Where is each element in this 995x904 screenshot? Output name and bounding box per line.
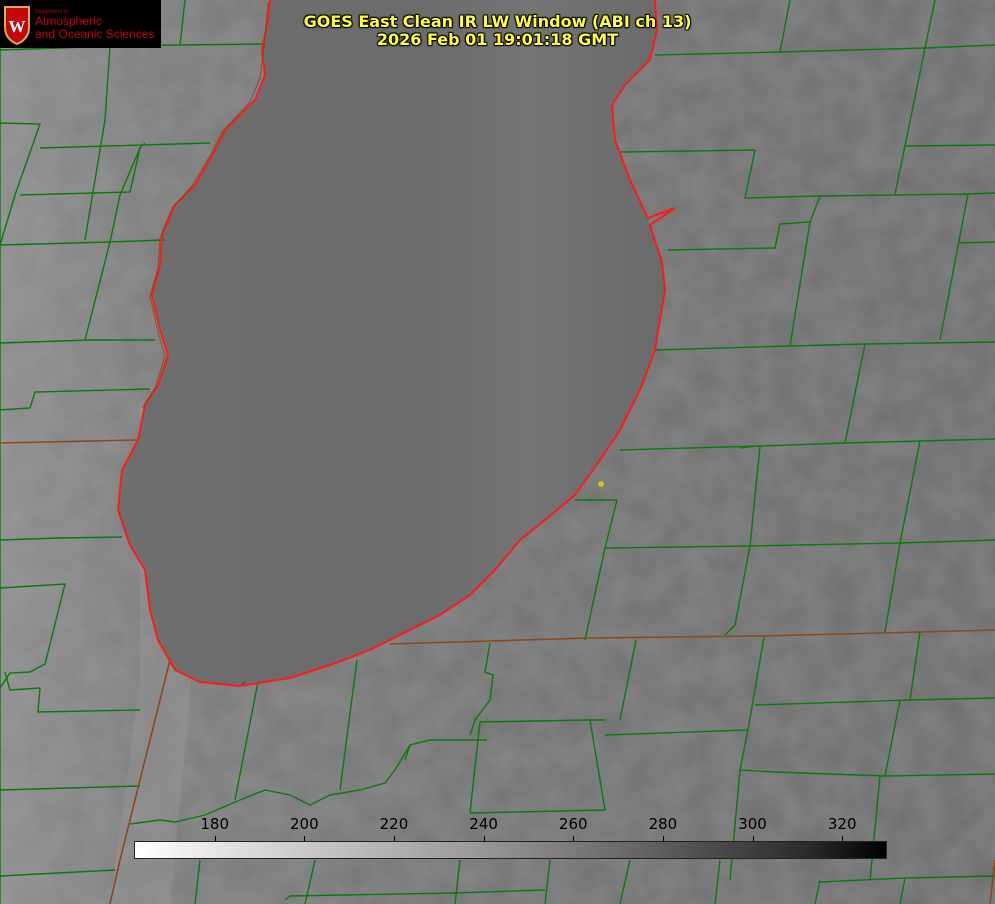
temperature-colorbar: 180 200 220 240 260 280 300 320 <box>134 814 887 860</box>
colorbar-tick-label: 300 <box>738 815 767 833</box>
colorbar-gradient <box>134 841 887 859</box>
image-timestamp: 2026 Feb 01 19:01:18 GMT <box>376 30 619 49</box>
colorbar-tick-label: 180 <box>200 815 229 833</box>
image-title: GOES East Clean IR LW Window (ABI ch 13) <box>303 12 692 31</box>
colorbar-tick-label: 240 <box>469 815 498 833</box>
colorbar-tick-label: 200 <box>289 815 319 833</box>
colorbar-tick-label: 220 <box>379 815 409 833</box>
colorbar-tick-label: 280 <box>648 815 678 833</box>
colorbar-tick-label: 260 <box>558 815 588 833</box>
location-marker <box>598 481 604 487</box>
satellite-ir-map <box>0 0 995 904</box>
colorbar-tick-label: 320 <box>827 815 857 833</box>
